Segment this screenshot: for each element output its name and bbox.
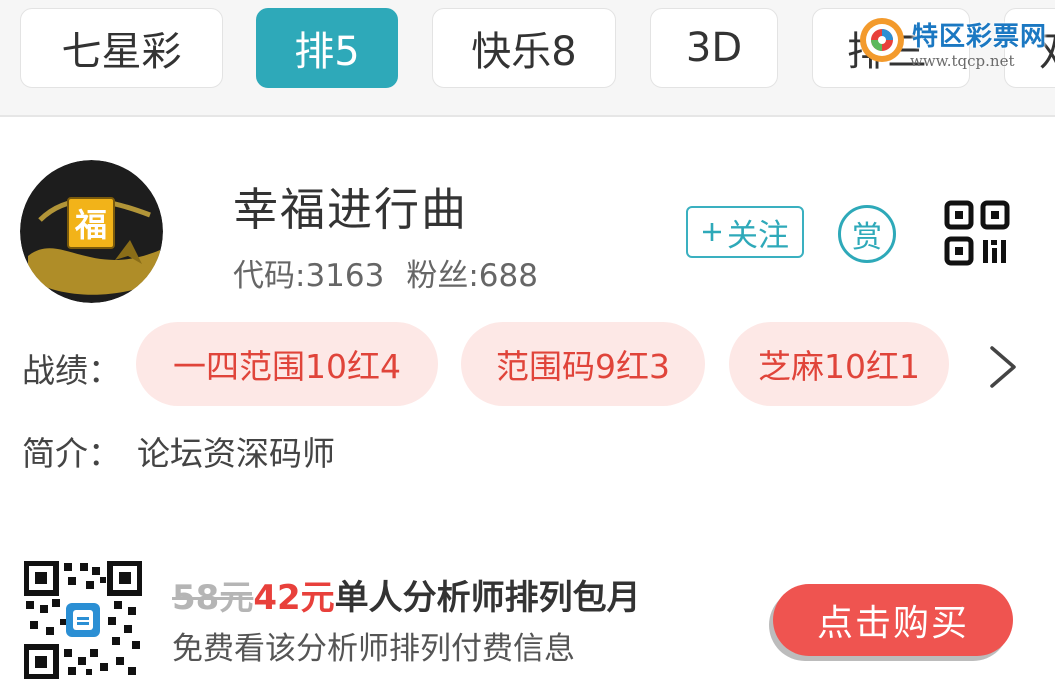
follow-label: 关注	[727, 217, 789, 254]
promo-qr-code	[24, 561, 142, 679]
tab-kuaile8[interactable]: 快乐8	[432, 8, 616, 88]
record-badge[interactable]: 一四范围10红4	[136, 322, 438, 406]
tab-qixingcai[interactable]: 七星彩	[20, 8, 223, 88]
watermark-url: www.tqcp.net	[910, 52, 1015, 70]
watermark-title: 特区彩票网	[912, 22, 1048, 52]
fans-count: 粉丝:688	[406, 258, 538, 294]
buy-button[interactable]: 点击购买	[773, 584, 1013, 656]
record-label: 战绩：	[22, 351, 121, 390]
follow-button[interactable]: 关注	[686, 206, 804, 258]
watermark-logo-icon	[860, 18, 904, 62]
promo-title-text: 单人分析师排列包月	[334, 578, 641, 618]
new-price: 42元	[253, 578, 335, 618]
avatar-image: 福	[20, 160, 163, 303]
reward-button[interactable]: 赏	[838, 205, 896, 263]
avatar[interactable]: 福	[20, 160, 163, 303]
plus-icon	[703, 223, 721, 241]
record-badge[interactable]: 芝麻10红1	[729, 322, 949, 406]
avatar-glyph: 福	[74, 206, 107, 244]
promo-title: 58元42元单人分析师排列包月	[172, 570, 641, 619]
lottery-tab-bar: 七星彩 排5 快乐8 3D 排三 双 特区彩票网 www.tqcp.net	[0, 0, 1055, 117]
tab-3d[interactable]: 3D	[650, 8, 778, 88]
intro-label: 简介：	[22, 434, 121, 473]
reward-label: 赏	[852, 220, 882, 255]
user-name: 幸福进行曲	[233, 183, 469, 236]
old-price: 58元	[172, 578, 254, 618]
qr-code-icon[interactable]	[944, 200, 1010, 266]
user-code: 代码:3163	[233, 258, 385, 294]
record-badge[interactable]: 范围码9红3	[461, 322, 705, 406]
tab-pai5[interactable]: 排5	[256, 8, 398, 88]
promo-subtitle: 免费看该分析师排列付费信息	[172, 631, 575, 667]
chevron-right-icon[interactable]	[984, 342, 1024, 392]
watermark: 特区彩票网 www.tqcp.net	[848, 8, 1055, 80]
intro-text: 论坛资深码师	[137, 434, 335, 473]
user-meta: 代码:3163 粉丝:688	[233, 250, 538, 295]
